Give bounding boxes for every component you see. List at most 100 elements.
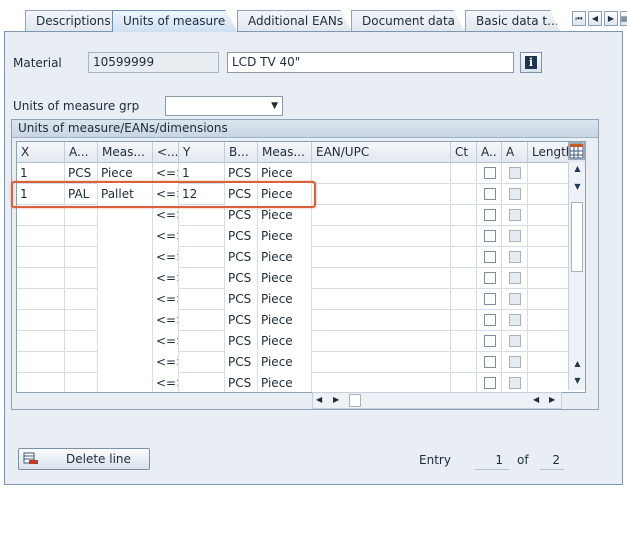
table-row[interactable]: <=> PCSPiece [17,247,569,268]
col-header-ct[interactable]: Ct [451,142,477,163]
cell-y[interactable] [179,205,225,226]
scroll-down-icon[interactable]: ▼ [571,180,584,194]
cell-alt-unit[interactable] [65,373,98,392]
table-row[interactable]: <=> PCSPiece [17,331,569,352]
cell-ct[interactable] [451,373,477,392]
cell-ct[interactable] [451,268,477,289]
cell-y[interactable] [179,331,225,352]
scroll-up-icon[interactable]: ▲ [571,162,584,176]
col-header-a1[interactable]: A.. [477,142,502,163]
cell-x[interactable] [17,352,65,373]
checkbox[interactable] [484,314,496,326]
cell-alt-unit[interactable] [65,268,98,289]
vertical-scrollbar[interactable]: ▲ ▼ ▲ ▼ [568,162,585,390]
cell-ean-upc[interactable] [312,373,451,392]
cell-ean-upc[interactable] [312,289,451,310]
table-row[interactable]: <=> PCSPiece [17,226,569,247]
cell-ean-upc[interactable] [312,310,451,331]
horizontal-scrollbar[interactable]: ◀ ▶ ◀ ▶ [312,392,562,409]
cell-alt-unit[interactable] [65,310,98,331]
col-header-base-unit[interactable]: B... [225,142,258,163]
cell-ct[interactable] [451,226,477,247]
cell-x[interactable] [17,310,65,331]
checkbox[interactable] [484,272,496,284]
checkbox[interactable] [484,209,496,221]
tab-prev-icon[interactable]: ◀ [588,11,602,26]
cell-alt-unit[interactable] [65,226,98,247]
checkbox[interactable] [484,377,496,389]
checkbox[interactable] [484,188,496,200]
cell-x[interactable] [17,268,65,289]
table-row[interactable]: <=> PCSPiece [17,310,569,331]
cell-ean-upc[interactable] [312,268,451,289]
scroll-page-down-icon[interactable]: ▼ [571,374,584,388]
checkbox[interactable] [484,356,496,368]
vertical-scroll-thumb[interactable] [571,202,583,272]
cell-ean-upc[interactable] [312,205,451,226]
cell-x[interactable]: 1 [17,163,65,184]
cell-ean-upc[interactable] [312,184,451,205]
col-header-ean-upc[interactable]: EAN/UPC [312,142,451,163]
checkbox[interactable] [484,230,496,242]
checkbox[interactable] [484,251,496,263]
tab-descriptions[interactable]: Descriptions [25,10,125,32]
table-settings-icon[interactable] [568,142,585,160]
cell-x[interactable] [17,205,65,226]
cell-y[interactable] [179,352,225,373]
tab-next-icon[interactable]: ▶ [604,11,618,26]
tab-list-icon[interactable]: ▤ [620,11,627,26]
cell-x[interactable] [17,373,65,392]
tab-additional-eans[interactable]: Additional EANs [237,10,352,32]
table-row[interactable]: <=> PCSPiece [17,205,569,226]
uom-group-dropdown[interactable]: ▼ [165,96,283,116]
cell-x[interactable] [17,247,65,268]
cell-y[interactable]: 1 [179,163,225,184]
cell-y[interactable] [179,247,225,268]
scroll-page-up-icon[interactable]: ▲ [571,357,584,371]
cell-y[interactable] [179,226,225,247]
cell-x[interactable] [17,331,65,352]
checkbox[interactable] [484,335,496,347]
scroll-right-icon[interactable]: ▶ [333,395,339,404]
cell-y[interactable]: 12 [179,184,225,205]
cell-x[interactable]: 1 [17,184,65,205]
col-header-measure[interactable]: Meas... [98,142,153,163]
scroll-left-icon[interactable]: ◀ [316,395,322,404]
table-row[interactable]: <=> PCSPiece [17,289,569,310]
scroll-left-end-icon[interactable]: ◀ [533,395,539,404]
cell-y[interactable] [179,268,225,289]
cell-x[interactable] [17,226,65,247]
table-row[interactable]: 1PCSPiece<=>1PCSPiece [17,163,569,184]
cell-ean-upc[interactable] [312,331,451,352]
cell-x[interactable] [17,289,65,310]
table-row[interactable]: 1PALPallet<=>12PCSPiece [17,184,569,205]
col-header-alt-unit[interactable]: A... [65,142,98,163]
cell-ct[interactable] [451,163,477,184]
tab-document-data[interactable]: Document data [351,10,465,32]
horizontal-scroll-thumb[interactable] [349,394,361,407]
cell-alt-unit[interactable]: PCS [65,163,98,184]
col-header-a2[interactable]: A [502,142,528,163]
table-row[interactable]: <=> PCSPiece [17,352,569,373]
material-description-field[interactable]: LCD TV 40" [227,52,514,73]
cell-alt-unit[interactable]: PAL [65,184,98,205]
col-header-op[interactable]: <... [153,142,179,163]
cell-ean-upc[interactable] [312,226,451,247]
cell-ct[interactable] [451,352,477,373]
cell-alt-unit[interactable] [65,289,98,310]
checkbox[interactable] [484,293,496,305]
info-button[interactable]: i [520,52,542,73]
cell-y[interactable] [179,289,225,310]
delete-line-button[interactable]: Delete line [18,448,150,470]
scroll-right-end-icon[interactable]: ▶ [549,395,555,404]
cell-ean-upc[interactable] [312,163,451,184]
cell-alt-unit[interactable] [65,247,98,268]
cell-ct[interactable] [451,184,477,205]
checkbox[interactable] [484,167,496,179]
table-row[interactable]: <=> PCSPiece [17,373,569,392]
cell-ct[interactable] [451,289,477,310]
col-header-measure-2[interactable]: Meas... [258,142,312,163]
col-header-y[interactable]: Y [179,142,225,163]
cell-ct[interactable] [451,205,477,226]
cell-ct[interactable] [451,247,477,268]
